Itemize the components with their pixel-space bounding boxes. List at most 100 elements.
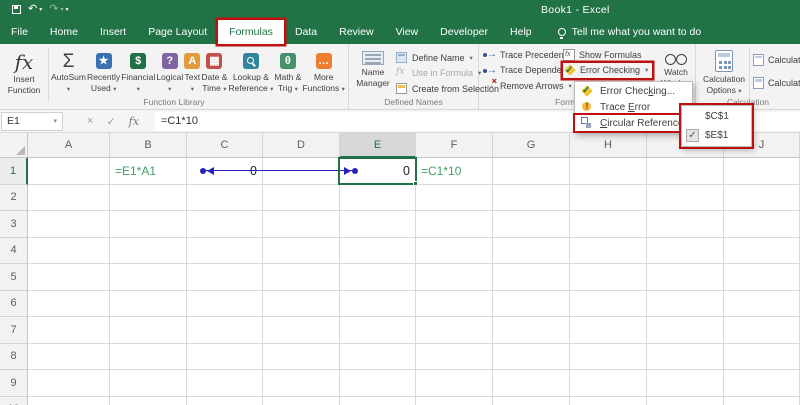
cell-D9[interactable] xyxy=(263,370,340,397)
cell-H3[interactable] xyxy=(570,211,647,238)
redo-icon[interactable]: ↷ xyxy=(49,4,58,15)
column-header-h[interactable]: H xyxy=(570,133,647,158)
cell-I2[interactable] xyxy=(647,184,724,211)
cell-I4[interactable] xyxy=(647,237,724,264)
cell-C8[interactable] xyxy=(187,343,263,370)
tab-insert[interactable]: Insert xyxy=(89,20,137,44)
more-functions-button[interactable]: … More Functions ▾ xyxy=(302,47,345,94)
cell-A5[interactable] xyxy=(28,264,110,291)
cell-E9[interactable] xyxy=(340,370,416,397)
cell-B10[interactable] xyxy=(110,396,187,405)
cell-H7[interactable] xyxy=(570,317,647,344)
cell-J1[interactable] xyxy=(724,158,800,185)
row-header-9[interactable]: 9 xyxy=(0,370,28,397)
logical-button[interactable]: ? Logical ▾ xyxy=(156,47,183,94)
cell-D2[interactable] xyxy=(263,184,340,211)
cell-E7[interactable] xyxy=(340,317,416,344)
tab-developer[interactable]: Developer xyxy=(429,20,499,44)
menu-item-error-checking[interactable]: Error Checking... xyxy=(575,83,692,99)
row-header-1[interactable]: 1 xyxy=(0,158,28,185)
column-header-e[interactable]: E xyxy=(340,133,416,158)
cell-A4[interactable] xyxy=(28,237,110,264)
cell-C2[interactable] xyxy=(187,184,263,211)
cell-A2[interactable] xyxy=(28,184,110,211)
cell-D10[interactable] xyxy=(263,396,340,405)
tab-review[interactable]: Review xyxy=(328,20,384,44)
cell-C1[interactable]: 0 xyxy=(187,158,263,185)
cell-J8[interactable] xyxy=(724,343,800,370)
cell-F9[interactable] xyxy=(416,370,493,397)
undo-dropdown-icon[interactable]: ▾ xyxy=(39,6,42,13)
recently-used-button[interactable]: ★ Recently Used ▾ xyxy=(87,47,120,94)
cell-D4[interactable] xyxy=(263,237,340,264)
cell-G8[interactable] xyxy=(493,343,570,370)
cell-D8[interactable] xyxy=(263,343,340,370)
cell-J2[interactable] xyxy=(724,184,800,211)
column-header-g[interactable]: G xyxy=(493,133,570,158)
cell-B9[interactable] xyxy=(110,370,187,397)
cell-E6[interactable] xyxy=(340,290,416,317)
cell-G1[interactable] xyxy=(493,158,570,185)
date-time-button[interactable]: ▦ Date & Time ▾ xyxy=(201,47,227,94)
cell-G10[interactable] xyxy=(493,396,570,405)
select-all-corner[interactable] xyxy=(0,133,28,158)
cell-C5[interactable] xyxy=(187,264,263,291)
row-header-5[interactable]: 5 xyxy=(0,264,28,291)
row-header-4[interactable]: 4 xyxy=(0,237,28,264)
cell-E10[interactable] xyxy=(340,396,416,405)
cell-D5[interactable] xyxy=(263,264,340,291)
cell-C4[interactable] xyxy=(187,237,263,264)
row-header-7[interactable]: 7 xyxy=(0,317,28,344)
cell-J5[interactable] xyxy=(724,264,800,291)
save-icon[interactable] xyxy=(12,5,21,14)
tab-view[interactable]: View xyxy=(385,20,430,44)
cell-G5[interactable] xyxy=(493,264,570,291)
cell-D3[interactable] xyxy=(263,211,340,238)
calculation-options-button[interactable]: Calculation Options ▾ xyxy=(700,46,748,96)
cell-D7[interactable] xyxy=(263,317,340,344)
column-header-b[interactable]: B xyxy=(110,133,187,158)
cell-J4[interactable] xyxy=(724,237,800,264)
lookup-reference-button[interactable]: Lookup & Reference ▾ xyxy=(228,47,273,94)
tab-data[interactable]: Data xyxy=(284,20,328,44)
undo-icon[interactable]: ↶ xyxy=(28,4,37,15)
tab-formulas[interactable]: Formulas xyxy=(218,20,284,44)
cell-E2[interactable] xyxy=(340,184,416,211)
cell-J6[interactable] xyxy=(724,290,800,317)
cell-C7[interactable] xyxy=(187,317,263,344)
column-header-a[interactable]: A xyxy=(28,133,110,158)
cell-B7[interactable] xyxy=(110,317,187,344)
cell-D1[interactable] xyxy=(263,158,340,185)
cell-G7[interactable] xyxy=(493,317,570,344)
cell-J10[interactable] xyxy=(724,396,800,405)
tab-page-layout[interactable]: Page Layout xyxy=(137,20,218,44)
cell-H1[interactable] xyxy=(570,158,647,185)
cell-E8[interactable] xyxy=(340,343,416,370)
cell-A1[interactable] xyxy=(28,158,110,185)
cell-G6[interactable] xyxy=(493,290,570,317)
cell-I9[interactable] xyxy=(647,370,724,397)
cell-C10[interactable] xyxy=(187,396,263,405)
cell-A7[interactable] xyxy=(28,317,110,344)
cell-C3[interactable] xyxy=(187,211,263,238)
cell-E4[interactable] xyxy=(340,237,416,264)
cell-F10[interactable] xyxy=(416,396,493,405)
cell-I1[interactable] xyxy=(647,158,724,185)
cell-F2[interactable] xyxy=(416,184,493,211)
cell-I5[interactable] xyxy=(647,264,724,291)
column-header-d[interactable]: D xyxy=(263,133,340,158)
cell-J3[interactable] xyxy=(724,211,800,238)
submenu-item-e1[interactable]: ✓ $E$1 xyxy=(682,126,751,145)
cell-I3[interactable] xyxy=(647,211,724,238)
cell-I7[interactable] xyxy=(647,317,724,344)
column-header-f[interactable]: F xyxy=(416,133,493,158)
cell-F1[interactable]: =C1*10 xyxy=(416,158,493,185)
cell-B6[interactable] xyxy=(110,290,187,317)
submenu-item-c1[interactable]: $C$1 xyxy=(682,107,751,126)
trace-precedents-button[interactable]: Trace Precedents xyxy=(483,47,574,63)
cell-F7[interactable] xyxy=(416,317,493,344)
cell-I8[interactable] xyxy=(647,343,724,370)
row-header-6[interactable]: 6 xyxy=(0,290,28,317)
cell-G2[interactable] xyxy=(493,184,570,211)
cell-F5[interactable] xyxy=(416,264,493,291)
